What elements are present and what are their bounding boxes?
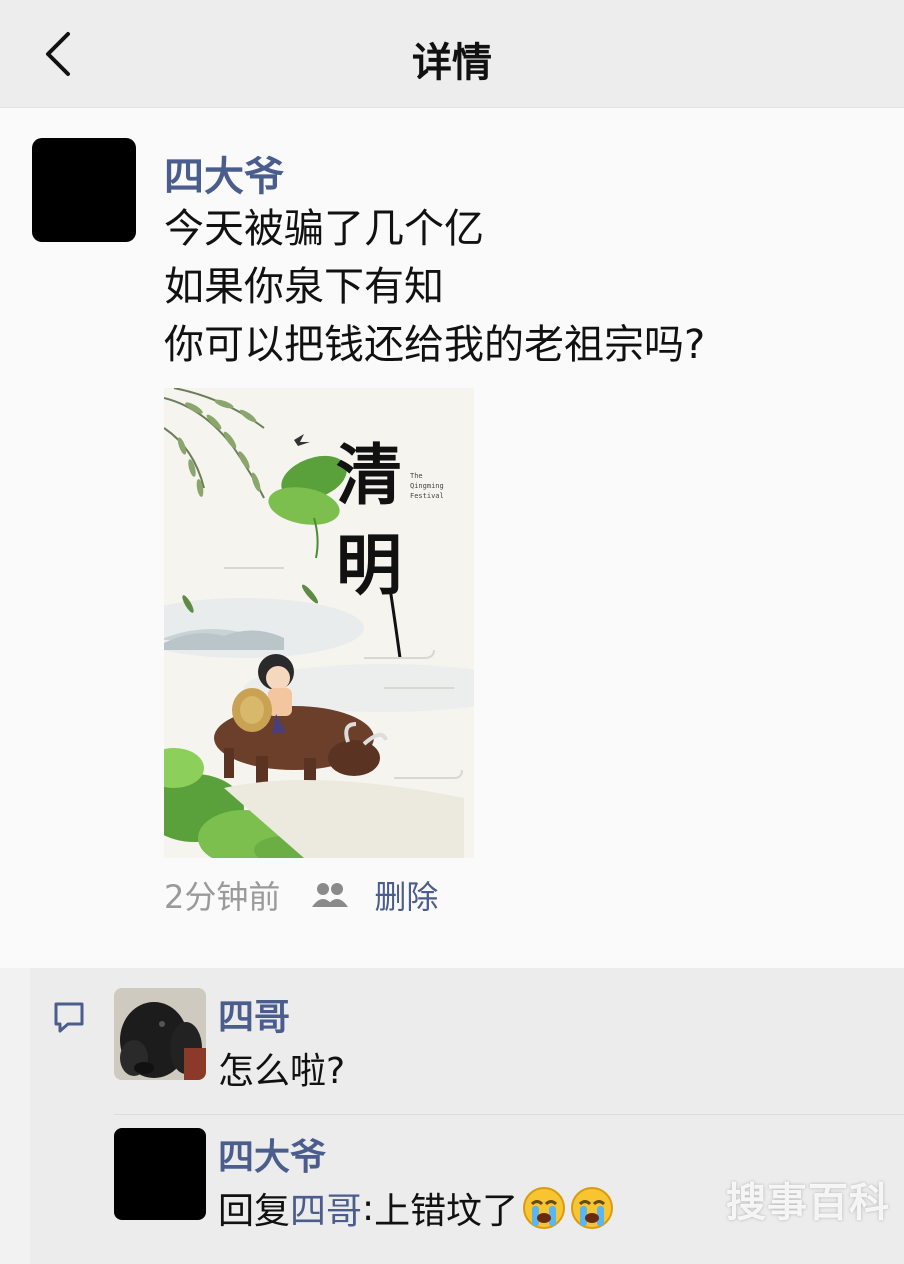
comment-item[interactable]: 四哥 怎么啦? (114, 988, 894, 1128)
comment-bubble-icon (52, 1000, 86, 1034)
top-nav-bar: 详情 (0, 0, 904, 108)
commenter-avatar-dog[interactable] (114, 988, 206, 1080)
comment-text: 怎么啦? (218, 1051, 346, 1092)
reply-target-name[interactable]: 四哥 (290, 1182, 362, 1234)
reply-colon: : (362, 1187, 375, 1229)
comment-text: 回复 四哥 : 上错坟了 (218, 1182, 614, 1234)
svg-text:Festival: Festival (410, 492, 444, 500)
commenter-name[interactable]: 四大爷 (218, 1128, 326, 1180)
post-text-line: 如果你泉下有知 (164, 264, 444, 310)
friends-visibility-icon (310, 881, 350, 909)
crying-face-icon (570, 1186, 614, 1230)
post-text-line: 今天被骗了几个亿 (164, 206, 484, 252)
post-text: 今天被骗了几个亿 如果你泉下有知 你可以把钱还给我的老祖宗吗? (164, 200, 864, 374)
reply-text: 上错坟了 (374, 1191, 519, 1232)
crying-face-icon (522, 1186, 566, 1230)
post-text-line: 你可以把钱还给我的老祖宗吗? (164, 322, 706, 368)
post-timestamp: 2分钟前 (164, 878, 281, 916)
svg-text:清: 清 (336, 436, 402, 514)
page-title: 详情 (412, 40, 492, 86)
post-image-qingming[interactable]: 清 明 The Qingming Festival (164, 388, 474, 858)
watermark: 搜事百科 (726, 1180, 890, 1226)
svg-text:Qingming: Qingming (410, 482, 444, 490)
comment-divider (114, 1114, 904, 1115)
reply-prefix: 回复 (218, 1191, 291, 1232)
commenter-name[interactable]: 四哥 (218, 988, 290, 1040)
svg-text:The: The (410, 472, 423, 480)
moment-post: 四大爷 今天被骗了几个亿 如果你泉下有知 你可以把钱还给我的老祖宗吗? 清 明 … (0, 108, 904, 968)
post-author-name[interactable]: 四大爷 (164, 144, 284, 202)
delete-link[interactable]: 删除 (374, 872, 438, 918)
author-avatar[interactable] (32, 138, 136, 242)
post-meta: 2分钟前 删除 (164, 870, 438, 920)
commenter-avatar[interactable] (114, 1128, 206, 1220)
